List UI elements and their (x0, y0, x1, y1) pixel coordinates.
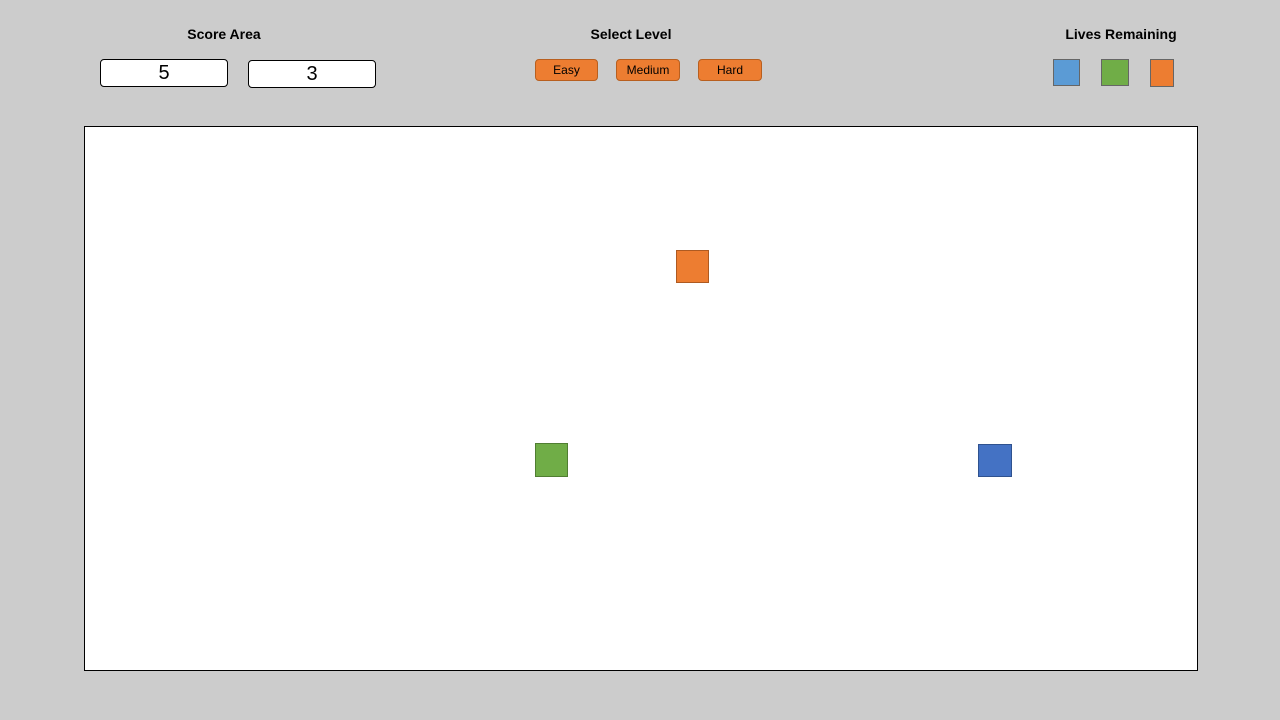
life-indicator-blue (1053, 59, 1080, 86)
orange-game-piece[interactable] (676, 250, 709, 283)
life-indicator-orange (1150, 59, 1174, 87)
score-box-player-2: 3 (248, 60, 376, 88)
blue-game-piece[interactable] (978, 444, 1012, 477)
medium-level-button[interactable]: Medium (616, 59, 680, 81)
green-game-piece[interactable] (535, 443, 568, 477)
select-level-title: Select Level (590, 26, 672, 42)
score-area-title: Score Area (187, 26, 261, 42)
score-box-player-1: 5 (100, 59, 228, 87)
lives-remaining-title: Lives Remaining (1065, 26, 1177, 42)
hard-level-button[interactable]: Hard (698, 59, 762, 81)
easy-level-button[interactable]: Easy (535, 59, 598, 81)
life-indicator-green (1101, 59, 1129, 86)
game-play-area[interactable] (84, 126, 1198, 671)
